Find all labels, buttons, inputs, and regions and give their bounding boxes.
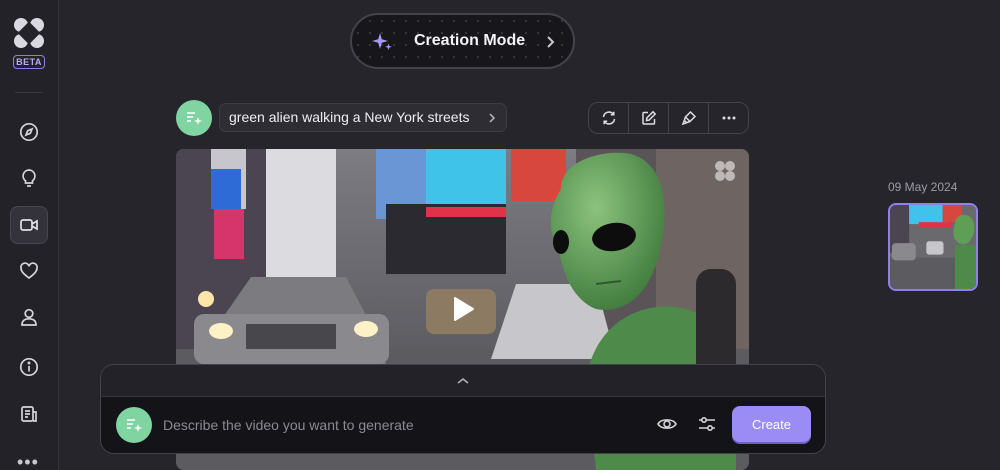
sidebar-item-ideas[interactable] <box>10 159 48 197</box>
regenerate-button[interactable] <box>589 103 629 133</box>
user-icon <box>21 308 37 326</box>
more-options-button[interactable] <box>709 103 748 133</box>
sidebar: BETA ••• <box>0 0 59 470</box>
app-logo[interactable] <box>12 16 46 50</box>
sidebar-item-info[interactable] <box>10 348 48 386</box>
eye-icon[interactable] <box>656 414 678 434</box>
sidebar-item-explore[interactable] <box>10 113 48 151</box>
composer-avatar <box>116 407 152 443</box>
more-icon[interactable]: ••• <box>17 452 39 470</box>
chevron-right-icon <box>489 113 496 123</box>
refresh-icon <box>602 111 615 125</box>
sidebar-divider <box>15 92 43 93</box>
create-button[interactable]: Create <box>732 406 811 442</box>
document-icon <box>21 406 37 422</box>
thumbnail-image <box>890 205 976 289</box>
beta-badge: BETA <box>13 55 45 69</box>
chevron-up-icon <box>457 377 469 384</box>
heart-icon <box>20 262 38 280</box>
prompt-text: green alien walking a New York streets <box>229 109 470 125</box>
edit-button[interactable] <box>629 103 669 133</box>
chevron-right-icon <box>547 36 555 48</box>
video-toolbar <box>588 102 749 134</box>
video-camera-icon <box>20 219 38 231</box>
creation-mode-button[interactable]: Creation Mode <box>350 13 575 69</box>
sidebar-item-favorites[interactable] <box>10 252 48 290</box>
edit-icon <box>641 110 656 125</box>
info-icon <box>19 357 39 377</box>
creation-mode-label: Creation Mode <box>414 32 526 49</box>
more-icon <box>722 116 735 120</box>
sparkle-icon <box>372 33 392 51</box>
brush-button[interactable] <box>669 103 709 133</box>
brush-icon <box>681 110 696 126</box>
history-date: 09 May 2024 <box>888 180 958 194</box>
prompt-chip[interactable]: green alien walking a New York streets <box>219 103 507 132</box>
prompt-avatar <box>176 100 212 136</box>
play-icon[interactable] <box>453 296 475 322</box>
history-thumbnail[interactable] <box>888 203 978 291</box>
prompt-sparkle-icon <box>127 419 142 432</box>
composer-expand-handle[interactable] <box>101 365 825 397</box>
watermark-logo-icon <box>715 161 735 181</box>
prompt-input[interactable] <box>163 412 583 438</box>
sidebar-item-docs[interactable] <box>10 395 48 433</box>
prompt-composer: Create <box>100 364 826 454</box>
sidebar-item-profile[interactable] <box>10 298 48 336</box>
lightbulb-icon <box>22 169 36 187</box>
compass-icon <box>19 122 39 142</box>
prompt-sparkle-icon <box>187 112 202 125</box>
sliders-icon[interactable] <box>697 414 717 434</box>
sidebar-item-videos[interactable] <box>10 206 48 244</box>
